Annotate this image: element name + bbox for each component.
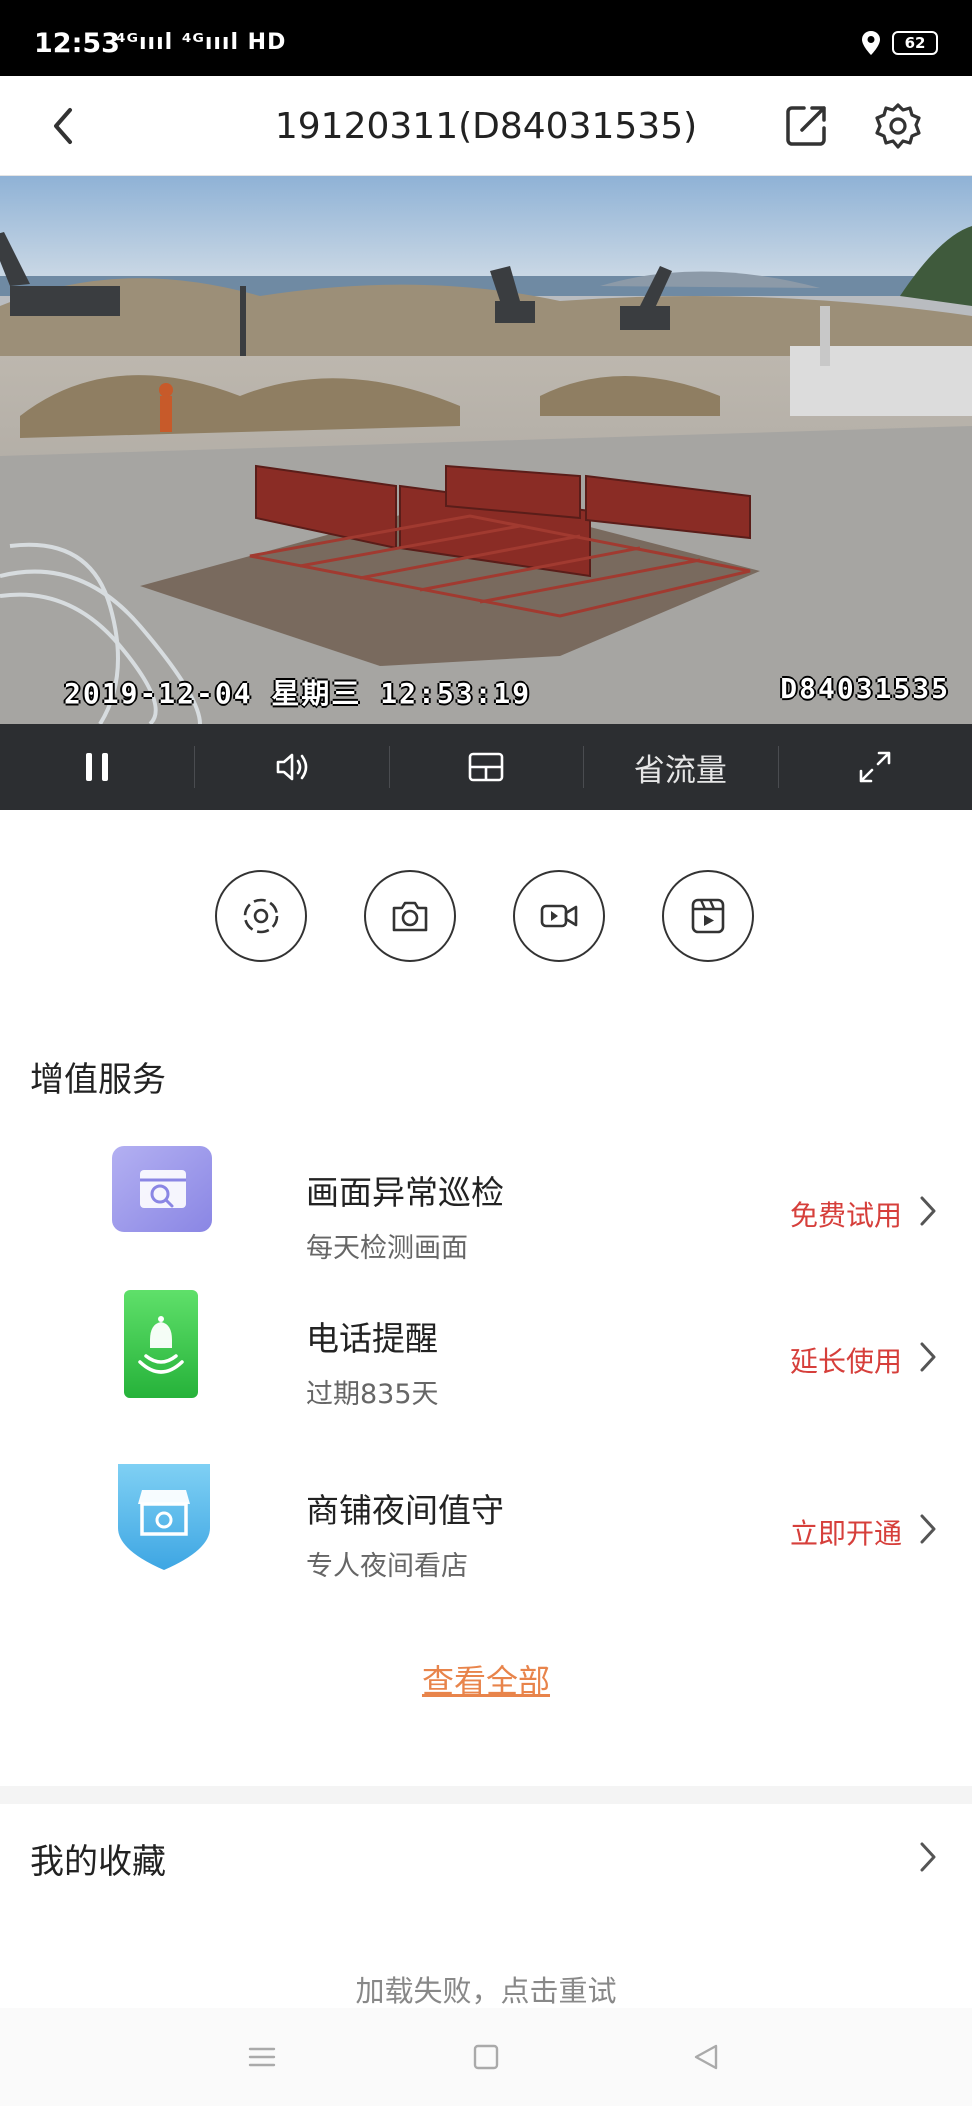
service-name: 商铺夜间值守 — [306, 1491, 504, 1530]
app-header: 19120311(D84031535) — [0, 76, 972, 176]
data-saver-button[interactable]: 省流量 — [583, 724, 777, 810]
ptz-direction-icon — [243, 898, 279, 934]
service-item-abnormal-check[interactable]: 画面异常巡检 每天检测画面 免费试用 — [0, 1144, 972, 1294]
phone-bell-icon — [124, 1290, 198, 1398]
store-shield-icon — [118, 1464, 210, 1570]
service-item-store-night-watch[interactable]: 商铺夜间值守 专人夜间看店 立即开通 — [0, 1462, 972, 1612]
service-name: 画面异常巡检 — [306, 1173, 504, 1212]
pause-button[interactable] — [0, 724, 194, 810]
chevron-right-icon — [920, 1196, 936, 1226]
speaker-icon — [276, 753, 307, 781]
section-divider — [0, 1786, 972, 1804]
chevron-right-icon — [920, 1842, 936, 1872]
screenshot-button[interactable] — [364, 870, 456, 962]
video-record-icon — [540, 904, 578, 928]
free-trial-link[interactable]: 免费试用 — [790, 1194, 902, 1234]
sound-button[interactable] — [194, 724, 388, 810]
chevron-right-icon — [920, 1342, 936, 1372]
service-description: 过期835天 — [306, 1379, 439, 1410]
extend-use-link[interactable]: 延长使用 — [790, 1340, 902, 1380]
video-device-id-overlay: D84031535 — [780, 672, 950, 705]
record-button[interactable] — [513, 870, 605, 962]
service-description: 每天检测画面 — [306, 1233, 468, 1264]
favorites-title: 我的收藏 — [30, 1842, 166, 1882]
grid-layout-icon — [468, 752, 504, 782]
multi-screen-button[interactable] — [388, 724, 583, 810]
data-saver-label: 省流量 — [633, 752, 727, 789]
menu-icon[interactable] — [246, 2042, 278, 2072]
playback-button[interactable] — [662, 870, 754, 962]
service-name: 电话提醒 — [306, 1319, 438, 1358]
construction-site-scene — [0, 176, 972, 724]
view-all-services-link[interactable]: 查看全部 — [0, 1656, 972, 1702]
chevron-right-icon — [920, 1514, 936, 1544]
camera-video-feed[interactable]: 2019-12-04 星期三 12:53:19 D84031535 — [0, 176, 972, 724]
service-description: 专人夜间看店 — [306, 1551, 468, 1582]
video-control-bar: 省流量 — [0, 724, 972, 810]
fullscreen-button[interactable] — [777, 724, 972, 810]
camera-action-row — [0, 870, 972, 970]
image-search-icon — [112, 1146, 212, 1232]
video-datetime-overlay: 2019-12-04 星期三 12:53:19 — [64, 677, 532, 710]
status-bar: 12:53 ⁴ᴳıııl ⁴ᴳıııl HD 62 — [0, 0, 972, 76]
playback-film-icon — [691, 898, 725, 934]
location-icon — [862, 31, 880, 55]
services-section-title: 增值服务 — [30, 1060, 166, 1100]
service-item-phone-reminder[interactable]: 电话提醒 过期835天 延长使用 — [0, 1290, 972, 1440]
status-time: 12:53 — [34, 28, 120, 59]
activate-now-link[interactable]: 立即开通 — [790, 1512, 902, 1552]
expand-icon — [859, 751, 891, 783]
back-triangle-icon[interactable] — [690, 2042, 722, 2072]
camera-icon — [392, 901, 428, 932]
ptz-control-button[interactable] — [215, 870, 307, 962]
share-icon[interactable] — [784, 102, 830, 148]
signal-indicators: ⁴ᴳıııl ⁴ᴳıııl HD — [116, 30, 287, 55]
system-navigation-bar — [0, 2008, 972, 2106]
pause-icon — [86, 753, 109, 781]
home-icon[interactable] — [470, 2042, 502, 2072]
favorites-row[interactable]: 我的收藏 — [0, 1804, 972, 1904]
settings-gear-icon[interactable] — [874, 102, 922, 150]
load-failed-retry[interactable]: 加载失败，点击重试 — [0, 1968, 972, 2010]
battery-indicator: 62 — [892, 31, 938, 55]
